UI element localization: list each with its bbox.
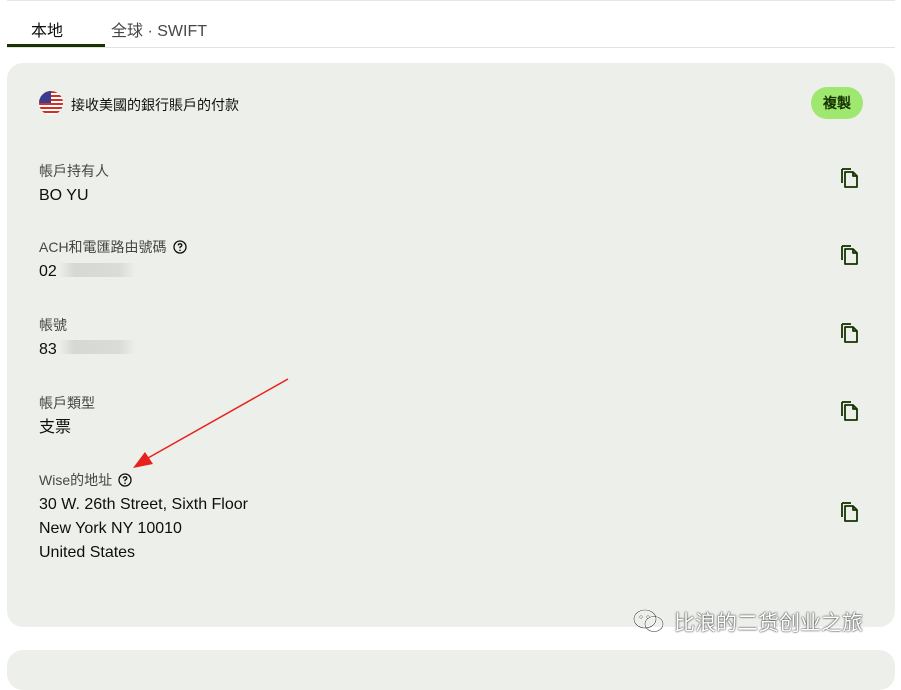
- wechat-icon: [633, 609, 664, 633]
- field-value: BO YU: [39, 187, 89, 204]
- field-account-number: 帳號 83: [39, 315, 67, 362]
- field-account-type: 帳戶類型 支票: [39, 393, 95, 440]
- watermark-text: 比浪的二货创业之旅: [674, 612, 863, 635]
- tab-local[interactable]: 本地: [31, 17, 63, 41]
- active-tab-indicator: [7, 44, 105, 47]
- field-label: Wise的地址: [39, 472, 113, 488]
- copy-icon[interactable]: [839, 167, 861, 189]
- copy-icon[interactable]: [839, 322, 861, 344]
- field-value: 支票: [39, 419, 72, 436]
- account-tabs: 本地 全球 · SWIFT: [7, 0, 895, 48]
- account-details-card: 接收美國的銀行賬戶的付款 複製 帳戶持有人 BO YU ACH和電匯路由號碼 0…: [7, 63, 895, 627]
- card-title: 接收美國的銀行賬戶的付款: [71, 97, 239, 113]
- field-label: 帳戶持有人: [39, 163, 109, 179]
- help-icon[interactable]: [172, 240, 187, 254]
- field-label: 帳戶類型: [39, 395, 95, 411]
- field-label: ACH和電匯路由號碼: [39, 239, 167, 255]
- field-wise-address: Wise的地址 30 W. 26th Street, Sixth Floor N…: [39, 470, 248, 565]
- us-flag-icon: [39, 91, 63, 115]
- address-line: United States: [39, 544, 136, 561]
- field-label: 帳號: [39, 317, 67, 333]
- redaction-mask: [59, 263, 135, 277]
- address-line: 30 W. 26th Street, Sixth Floor: [39, 496, 248, 513]
- copy-icon[interactable]: [839, 244, 861, 266]
- tab-global-swift[interactable]: 全球 · SWIFT: [111, 17, 207, 41]
- next-card: [7, 650, 895, 690]
- help-icon[interactable]: [118, 473, 132, 487]
- copy-icon[interactable]: [839, 400, 861, 422]
- address-line: New York NY 10010: [39, 520, 182, 537]
- copy-all-button[interactable]: 複製: [811, 87, 863, 119]
- redaction-mask: [59, 340, 135, 354]
- copy-icon[interactable]: [839, 501, 861, 523]
- field-account-holder: 帳戶持有人 BO YU: [39, 161, 109, 208]
